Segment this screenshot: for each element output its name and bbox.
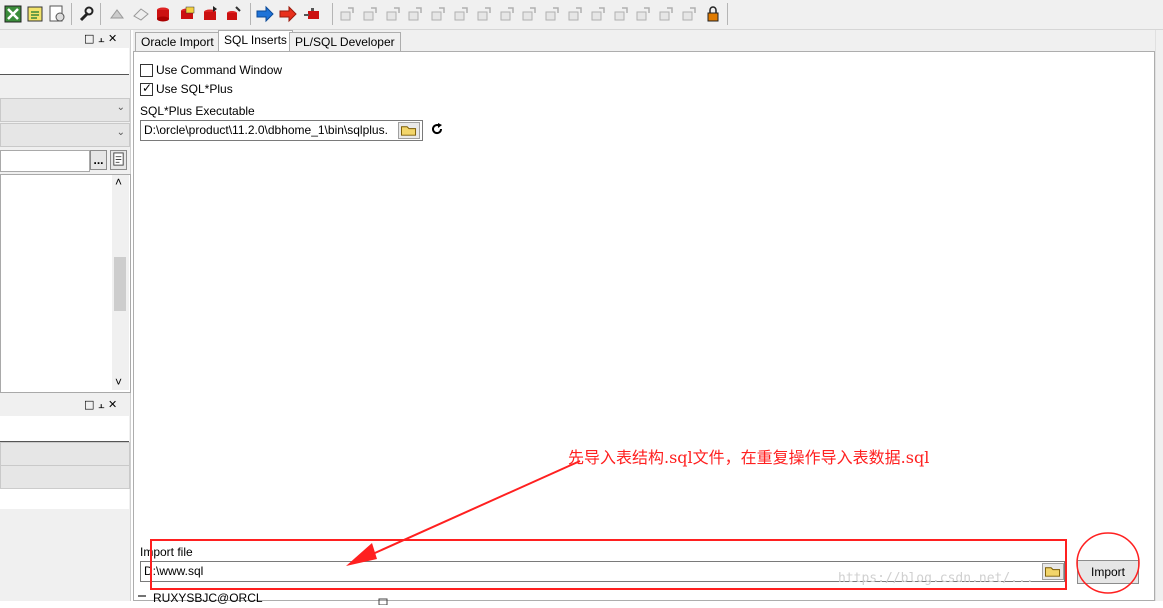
scroll-up-icon[interactable]: ˄	[115, 175, 122, 189]
browse-button[interactable]: ...	[90, 150, 107, 170]
toolbar-separator	[100, 3, 101, 25]
chevron-down-icon: ⌄	[116, 127, 125, 138]
eraser-icon[interactable]	[131, 4, 151, 24]
filter-input[interactable]	[0, 150, 90, 172]
left-dock-panel: □ ⫠ ✕ ⌄ ⌄ ... ˄ ˅ □ ⫠ ✕	[0, 30, 131, 601]
grid-icon	[378, 594, 388, 606]
import-button[interactable]: Import	[1077, 560, 1139, 584]
sql-inserts-panel: Use Command Window ✓ Use SQL*Plus SQL*Pl…	[133, 51, 1155, 601]
dropdown-1[interactable]: ⌄	[0, 98, 130, 122]
scroll-down-icon[interactable]: ˅	[115, 375, 122, 389]
folder-open-icon[interactable]	[1042, 563, 1064, 580]
disabled-tool-icon[interactable]	[656, 4, 676, 24]
disabled-tool-icon[interactable]	[542, 4, 562, 24]
wizard-icon[interactable]	[3, 4, 23, 24]
arrow-right-red-icon[interactable]	[278, 4, 298, 24]
wrench-icon[interactable]	[76, 4, 96, 24]
folder-open-icon[interactable]	[398, 122, 420, 139]
disabled-tool-icon[interactable]	[611, 4, 631, 24]
annotation-text: 先导入表结构.sql文件，在重复操作导入表数据.sql	[568, 448, 930, 467]
dock-window-controls[interactable]: □ ⫠ ✕	[84, 398, 117, 412]
dock-header-bottom: □ ⫠ ✕	[0, 396, 130, 414]
object-list-header	[0, 48, 129, 75]
toolbar-separator	[250, 3, 251, 25]
toolbar-separator	[71, 3, 72, 25]
tab-sql-inserts[interactable]: SQL Inserts	[218, 30, 293, 52]
plug-red-icon[interactable]	[302, 4, 322, 24]
chevron-down-icon: ⌄	[116, 102, 125, 113]
connection-label: RUXYSBJC@ORCL	[153, 591, 263, 605]
arrow-right-blue-icon[interactable]	[255, 4, 275, 24]
db-red-icon[interactable]	[153, 4, 173, 24]
disabled-tool-icon[interactable]	[337, 4, 357, 24]
toolbar	[0, 0, 1163, 30]
disabled-tool-icon[interactable]	[588, 4, 608, 24]
import-file-label: Import file	[140, 545, 193, 559]
executable-input[interactable]: D:\orcle\product\11.2.0\dbhome_1\bin\sql…	[140, 120, 423, 141]
tab-plsql-developer[interactable]: PL/SQL Developer	[289, 32, 401, 52]
checkmark-icon: ✓	[142, 81, 153, 95]
db-yellow-icon[interactable]	[177, 4, 197, 24]
executable-label: SQL*Plus Executable	[140, 104, 255, 118]
use-sqlplus-checkbox[interactable]: ✓	[140, 81, 153, 96]
document-icon[interactable]	[110, 150, 127, 170]
lock-tool-icon[interactable]	[703, 4, 723, 24]
tab-oracle-import[interactable]: Oracle Import	[135, 32, 220, 52]
object-list[interactable]: ˄ ˅	[0, 174, 131, 393]
find-row-1[interactable]	[0, 442, 130, 466]
toolbar-separator	[332, 3, 333, 25]
tab-bar: Oracle Import SQL Inserts PL/SQL Develop…	[133, 30, 1163, 52]
disabled-tool-icon[interactable]	[679, 4, 699, 24]
disabled-tool-icon[interactable]	[519, 4, 539, 24]
disabled-tool-icon[interactable]	[633, 4, 653, 24]
dock-header-top: □ ⫠ ✕	[0, 30, 130, 48]
disabled-tool-icon[interactable]	[565, 4, 585, 24]
disabled-tool-icon[interactable]	[474, 4, 494, 24]
toolbar-separator	[727, 3, 728, 25]
dock-window-controls[interactable]: □ ⫠ ✕	[84, 32, 117, 46]
db-brush-icon[interactable]	[223, 4, 243, 24]
dropdown-2[interactable]: ⌄	[0, 123, 130, 147]
find-header	[0, 416, 129, 442]
disabled-tool-icon[interactable]	[451, 4, 471, 24]
edit-icon[interactable]	[25, 4, 45, 24]
disabled-tool-icon[interactable]	[405, 4, 425, 24]
db-arrow-icon[interactable]	[200, 4, 220, 24]
watermark-text: https://blog.csdn.net/...	[838, 571, 1034, 586]
use-command-window-checkbox[interactable]	[140, 64, 153, 77]
use-command-window-label: Use Command Window	[156, 63, 283, 77]
scroll-thumb[interactable]	[114, 257, 126, 311]
find-row-2[interactable]	[0, 465, 130, 489]
window-scrollbar[interactable]	[1155, 30, 1163, 601]
refresh-icon[interactable]	[430, 122, 444, 136]
disabled-tool-icon[interactable]	[428, 4, 448, 24]
use-sqlplus-label: Use SQL*Plus	[156, 82, 233, 96]
report-icon[interactable]	[47, 4, 67, 24]
disabled-tool-icon[interactable]	[360, 4, 380, 24]
list-scrollbar[interactable]: ˄ ˅	[112, 175, 129, 390]
disabled-tool-icon[interactable]	[383, 4, 403, 24]
find-results	[0, 488, 129, 509]
compile-icon[interactable]	[107, 4, 127, 24]
disabled-tool-icon[interactable]	[497, 4, 517, 24]
